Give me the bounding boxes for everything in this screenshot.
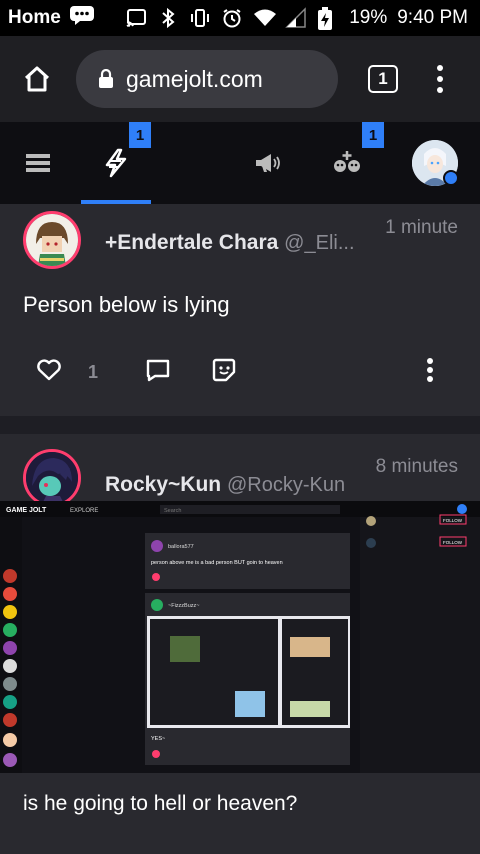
embedded-search: Search <box>164 508 181 514</box>
hamburger-icon <box>26 154 50 172</box>
message-icon <box>69 5 95 31</box>
author-avatar[interactable] <box>23 449 81 507</box>
embedded-follow-1: FOLLOW <box>443 518 463 523</box>
embedded-follow-2: FOLLOW <box>443 540 463 545</box>
home-icon <box>24 66 50 92</box>
author-name[interactable]: +Endertale Chara <box>105 231 278 254</box>
embedded-explore: EXPLORE <box>70 508 98 514</box>
author-handle[interactable]: @Rocky-Kun <box>227 474 345 496</box>
author-handle[interactable]: @_Eli... <box>284 232 354 254</box>
lightning-icon <box>105 148 127 178</box>
embedded-inner-author: ballora577 <box>168 544 194 550</box>
wifi-icon <box>253 7 277 29</box>
bluetooth-icon <box>157 7 179 29</box>
author-name[interactable]: Rocky~Kun <box>105 473 221 496</box>
like-count: 1 <box>88 361 99 382</box>
post-card[interactable]: +Endertale Chara @_Eli... 1 minute Perso… <box>0 204 480 416</box>
url-text: gamejolt.com <box>126 65 263 92</box>
home-button[interactable] <box>12 54 62 104</box>
megaphone-icon <box>256 154 280 172</box>
friends-icon <box>334 151 360 172</box>
post-actions: 1 <box>0 352 480 392</box>
friends-tab[interactable] <box>330 122 364 204</box>
sticker-icon <box>212 358 236 381</box>
post-timestamp: 8 minutes <box>375 456 458 477</box>
embedded-inner-body: person above me is a bad person BUT goin… <box>151 560 283 566</box>
post-options-button[interactable] <box>426 357 434 388</box>
alarm-icon <box>221 7 243 29</box>
feed: +Endertale Chara @_Eli... 1 minute Perso… <box>0 204 480 854</box>
author-avatar[interactable] <box>23 211 81 269</box>
battery-charging-icon <box>317 7 339 30</box>
online-status-dot <box>443 170 459 186</box>
post-caption: is he going to hell or heaven? <box>23 792 298 815</box>
tab-switcher-button[interactable]: 1 <box>368 65 398 93</box>
friends-badge: 1 <box>362 122 384 148</box>
signal-icon <box>285 7 307 29</box>
app-navigation: 1 1 <box>0 122 480 204</box>
post-body: Person below is lying <box>23 292 230 317</box>
post-card[interactable]: Rocky~Kun @Rocky-Kun 8 minutes GAME JOLT… <box>0 434 480 854</box>
embedded-inner2-author: ~FizzzBuzz~ <box>168 603 199 609</box>
activity-badge: 1 <box>129 122 151 148</box>
sticker-button[interactable] <box>211 357 237 388</box>
carrier-label: Home <box>8 7 61 28</box>
more-vertical-icon <box>427 357 433 382</box>
author-line: +Endertale Chara @_Eli... <box>105 231 355 255</box>
post-image[interactable]: GAME JOLT EXPLORE Search ballora577 pers… <box>0 501 480 773</box>
comment-icon <box>146 359 170 381</box>
hamburger-menu-button[interactable] <box>16 122 60 204</box>
heart-icon <box>37 358 61 380</box>
lock-icon <box>99 69 113 88</box>
battery-percent: 19% <box>349 7 388 28</box>
vibrate-icon <box>189 7 211 29</box>
like-button[interactable] <box>36 358 62 387</box>
browser-toolbar: gamejolt.com 1 <box>0 36 480 122</box>
cast-icon <box>125 7 147 29</box>
post-timestamp: 1 minute <box>385 217 458 238</box>
embedded-logo: GAME JOLT <box>6 507 47 514</box>
embedded-inner2-reply: YES~ <box>151 736 165 742</box>
browser-menu-button[interactable] <box>436 65 444 93</box>
status-bar: Home 19% 9:40 PM <box>0 0 480 36</box>
author-line: Rocky~Kun @Rocky-Kun <box>105 473 345 497</box>
comment-button[interactable] <box>145 357 171 388</box>
clock: 9:40 PM <box>397 7 468 28</box>
announcements-tab[interactable] <box>250 122 284 204</box>
address-bar[interactable]: gamejolt.com <box>76 50 338 108</box>
